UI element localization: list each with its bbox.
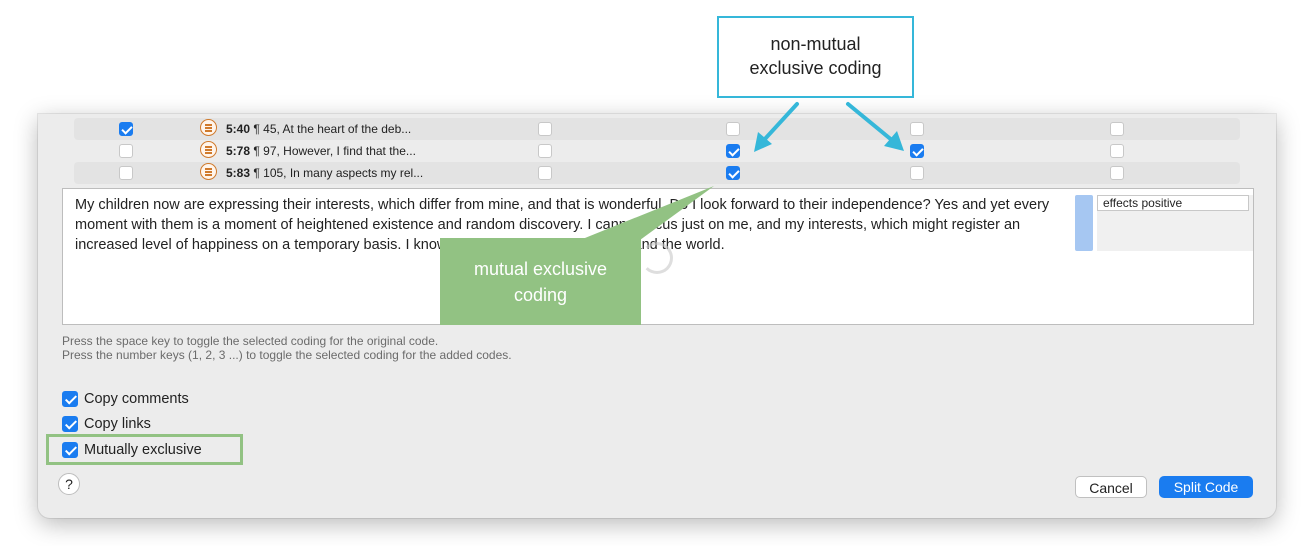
green-callout-pointer: [580, 186, 714, 240]
annotation-arrows: [580, 102, 904, 240]
mutual-callout-line2: coding: [513, 285, 568, 305]
non-mutual-callout-line2: exclusive coding: [749, 58, 882, 78]
mutual-exclusive-callout: mutual exclusive coding: [440, 238, 641, 325]
arrow-to-code3: [846, 102, 895, 143]
non-mutual-callout-line1: non-mutual: [770, 34, 861, 54]
non-mutual-exclusive-callout: non-mutual exclusive coding: [717, 16, 914, 98]
mutual-callout-line1: mutual exclusive: [473, 259, 608, 279]
arrow-to-code2: [762, 102, 799, 142]
